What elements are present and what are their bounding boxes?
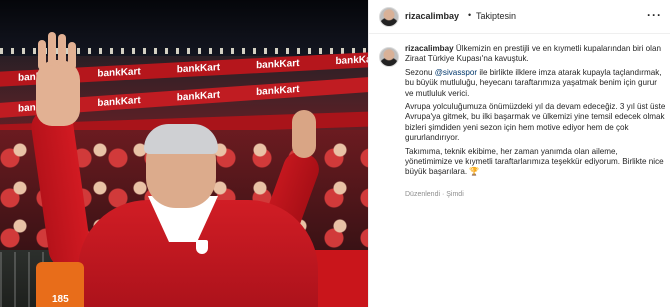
separator-dot: • xyxy=(468,10,472,20)
post-sidebar: rizacalimbay • Takiptesin ··· rizacalimb… xyxy=(368,0,670,307)
avatar[interactable] xyxy=(379,7,399,27)
finger xyxy=(48,32,56,66)
coach-figure xyxy=(0,0,368,307)
caption-paragraph: rizacalimbay Ülkemizin en prestijli ve e… xyxy=(405,44,667,65)
post-image[interactable]: bankKart bankKart bankKart bankKart bankKart… xyxy=(0,0,368,307)
grey-hair xyxy=(144,124,218,154)
more-dots-icon[interactable]: ··· xyxy=(647,8,662,22)
caption-text: Sezonu xyxy=(405,67,435,77)
caption-paragraph: Avrupa yolculuğumuza önümüzdeki yıl da d… xyxy=(405,102,666,143)
vest-number: 185 xyxy=(52,294,69,305)
caption-paragraph: Takımıma, teknik ekibime, her zaman yanı… xyxy=(405,146,664,177)
post-caption: rizacalimbay Ülkemizin en prestijli ve e… xyxy=(405,44,667,181)
caption-avatar[interactable] xyxy=(379,47,399,67)
following-status[interactable]: Takiptesin xyxy=(476,11,516,21)
right-hand xyxy=(292,110,316,158)
mention-link[interactable]: @sivasspor xyxy=(435,68,477,77)
finger xyxy=(68,42,76,70)
header-username[interactable]: rizacalimbay xyxy=(405,11,459,21)
finger xyxy=(58,34,66,66)
finger xyxy=(38,40,46,70)
caption-paragraph: Sezonu @sivasspor ile birlikte ilklere i… xyxy=(405,68,667,99)
post-header: rizacalimbay • Takiptesin ··· xyxy=(369,0,670,34)
caption-username[interactable]: rizacalimbay xyxy=(405,44,454,53)
club-crest xyxy=(196,240,208,254)
post-timestamp: Düzenlendi · Şimdi xyxy=(405,191,464,198)
